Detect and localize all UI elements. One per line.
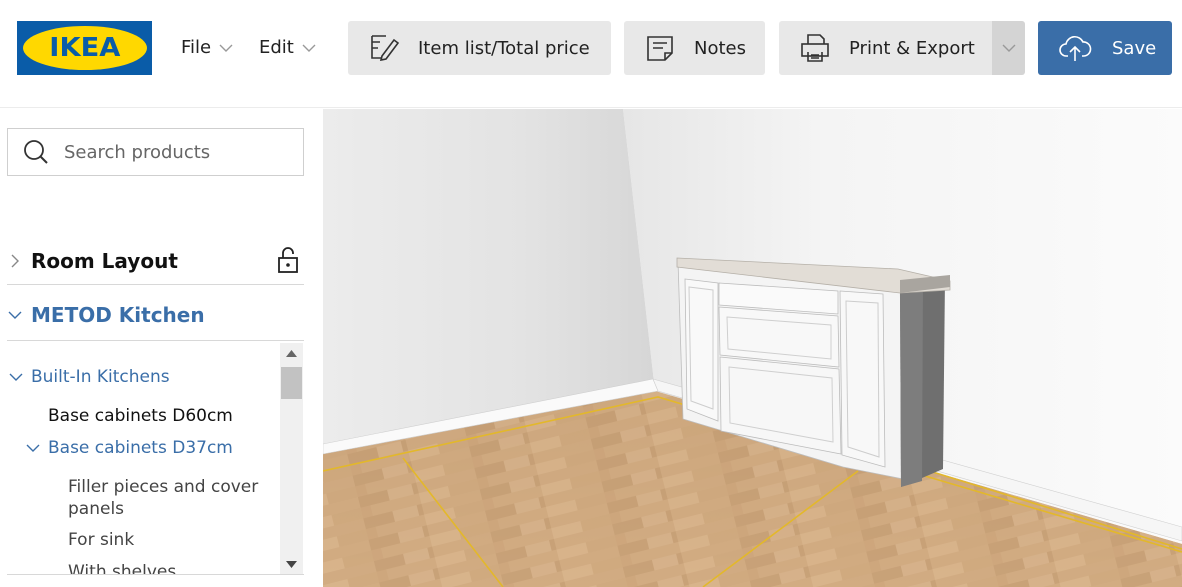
chevron-right-icon (11, 254, 19, 267)
cloud-upload-icon (1059, 36, 1092, 61)
notes-icon (647, 36, 673, 61)
save-label: Save (1112, 37, 1157, 59)
category-tree: Built-In Kitchens Base cabinets D60cm Ba… (7, 343, 279, 575)
tree-item-label: Base cabinets D60cm (48, 406, 233, 426)
ikea-logo[interactable]: IKEA (17, 21, 152, 75)
file-menu[interactable]: File (181, 37, 233, 58)
room-layout-section[interactable]: Room Layout (7, 237, 304, 285)
print-export-label: Print & Export (849, 37, 975, 59)
3d-room-viewport[interactable] (323, 109, 1182, 587)
tree-item-built-in[interactable]: Built-In Kitchens (9, 367, 170, 387)
search-input[interactable] (64, 141, 294, 163)
search-icon (24, 140, 48, 164)
chevron-down-icon (302, 44, 316, 52)
file-menu-label: File (181, 37, 212, 58)
print-export-button[interactable]: Print & Export (779, 21, 992, 75)
notes-button[interactable]: Notes (624, 21, 765, 75)
item-list-button[interactable]: Item list/Total price (348, 21, 611, 75)
tree-item-label-cont: panels (68, 499, 125, 519)
chevron-down-icon (26, 444, 40, 452)
metod-kitchen-label: METOD Kitchen (31, 302, 205, 327)
item-list-label: Item list/Total price (418, 37, 590, 59)
sidebar-divider (7, 574, 304, 575)
edit-menu-label: Edit (259, 37, 294, 58)
edit-menu[interactable]: Edit (259, 37, 316, 58)
top-toolbar: IKEA File Edit Item list/Total price Not… (0, 0, 1182, 108)
tree-item-label: Filler pieces and cover (68, 477, 259, 497)
tree-item-base-d60[interactable]: Base cabinets D60cm (48, 406, 233, 426)
tree-item-for-sink[interactable]: For sink (68, 530, 134, 550)
product-sidebar: Room Layout METOD Kitchen Built-In Kitch… (0, 109, 323, 587)
chevron-down-icon (8, 311, 22, 319)
tree-item-label: Built-In Kitchens (31, 367, 170, 387)
notes-label: Notes (694, 37, 746, 59)
save-button[interactable]: Save (1038, 21, 1172, 75)
print-export-dropdown[interactable] (992, 21, 1025, 75)
scroll-down-arrow-icon[interactable] (286, 561, 297, 569)
room-scene[interactable] (323, 109, 1182, 587)
tree-item-label: Base cabinets D37cm (48, 438, 233, 458)
tree-item-base-d37[interactable]: Base cabinets D37cm (26, 438, 233, 458)
search-box[interactable] (7, 128, 304, 176)
chevron-down-icon (1002, 44, 1015, 52)
printer-icon (801, 34, 829, 62)
scrollbar-thumb[interactable] (281, 367, 302, 399)
room-layout-label: Room Layout (31, 248, 178, 273)
tree-scrollbar[interactable] (280, 343, 303, 575)
chevron-down-icon (219, 44, 233, 52)
logo-text: IKEA (48, 33, 121, 63)
metod-kitchen-section[interactable]: METOD Kitchen (7, 289, 304, 341)
tree-item-label: For sink (68, 530, 135, 550)
pencil-list-icon (371, 35, 400, 62)
unlocked-padlock-icon[interactable] (274, 245, 302, 275)
logo-oval: IKEA (22, 26, 147, 70)
chevron-down-icon (9, 373, 23, 381)
scroll-up-arrow-icon[interactable] (286, 349, 297, 357)
tree-item-filler[interactable]: Filler pieces and cover panels (68, 476, 258, 520)
